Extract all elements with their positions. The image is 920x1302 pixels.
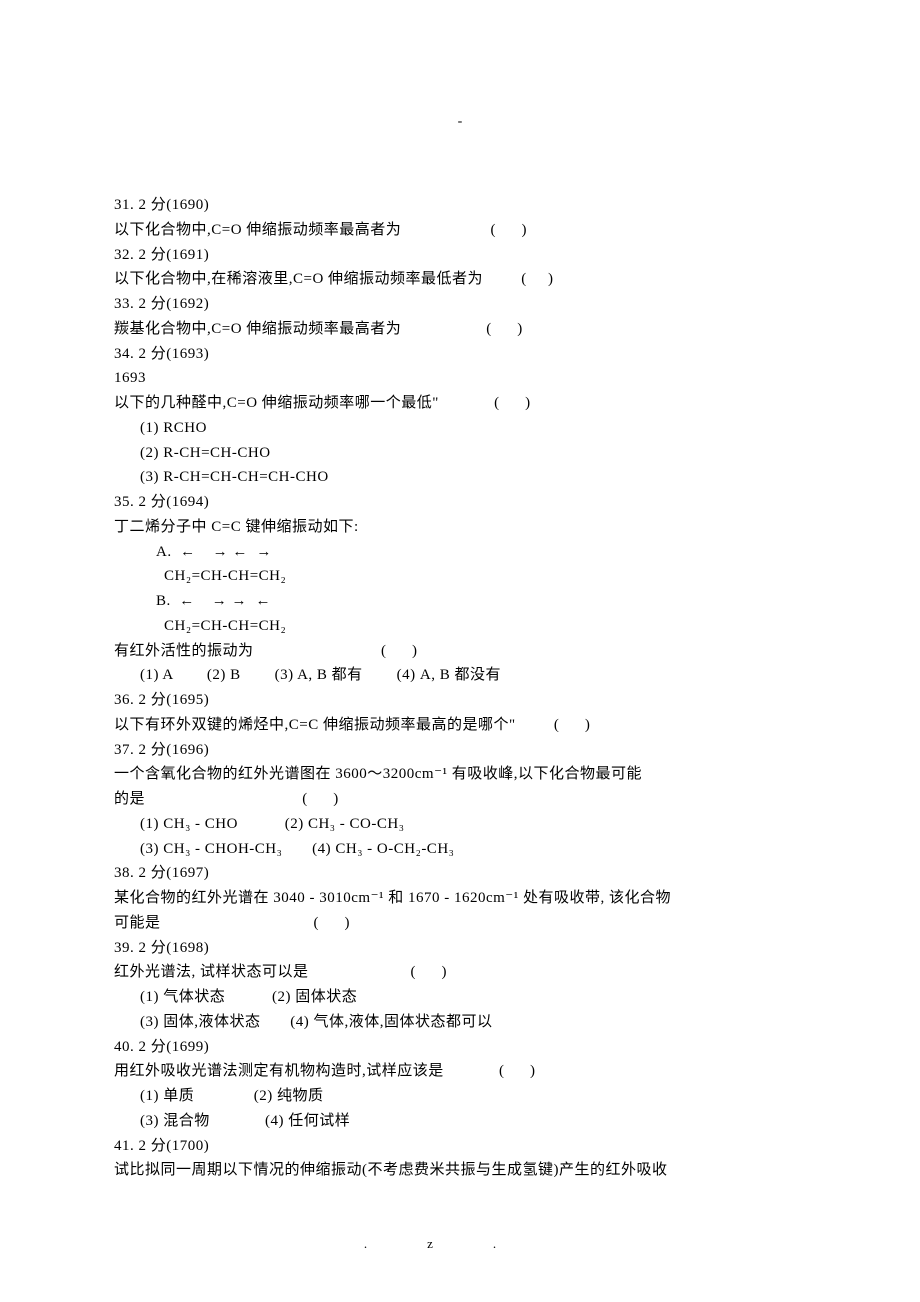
q38-line1: 某化合物的红外光谱在 3040 - 3010cm⁻¹ 和 1670 - 1620… (114, 886, 806, 911)
q38-line2: 可能是 ( ) (114, 911, 806, 936)
q35-b-formula: CH₂=CH-CH=CH₂ (114, 614, 806, 639)
q33-header: 33. 2 分(1692) (114, 292, 806, 317)
q35-header: 35. 2 分(1694) (114, 490, 806, 515)
q40-opts2: (3) 混合物 (4) 任何试样 (114, 1109, 806, 1134)
q36-header: 36. 2 分(1695) (114, 688, 806, 713)
q34-id: 1693 (114, 366, 806, 391)
q37-opts1: (1) CH₃ - CHO (2) CH₃ - CO-CH₃ (114, 812, 806, 837)
q34-header: 34. 2 分(1693) (114, 342, 806, 367)
q34-opt1: (1) RCHO (114, 416, 806, 441)
q35-intro: 丁二烯分子中 C=C 键伸缩振动如下: (114, 515, 806, 540)
q40-opts1: (1) 单质 (2) 纯物质 (114, 1084, 806, 1109)
page-footer: .z. (114, 1233, 806, 1254)
top-dash: - (114, 110, 806, 133)
q34-opt3: (3) R-CH=CH-CH=CH-CHO (114, 465, 806, 490)
q31-text: 以下化合物中,C=O 伸缩振动频率最高者为 ( ) (114, 218, 806, 243)
q41-header: 41. 2 分(1700) (114, 1134, 806, 1159)
q32-text: 以下化合物中,在稀溶液里,C=O 伸缩振动频率最低者为 ( ) (114, 267, 806, 292)
q38-header: 38. 2 分(1697) (114, 861, 806, 886)
q32-header: 32. 2 分(1691) (114, 243, 806, 268)
q41-text: 试比拟同一周期以下情况的伸缩振动(不考虑费米共振与生成氢键)产生的红外吸收 (114, 1158, 806, 1183)
q36-text: 以下有环外双键的烯烃中,C=C 伸缩振动频率最高的是哪个" ( ) (114, 713, 806, 738)
q34-opt2: (2) R-CH=CH-CHO (114, 441, 806, 466)
footer-left: . (364, 1236, 427, 1251)
q35-question: 有红外活性的振动为 ( ) (114, 639, 806, 664)
q33-text: 羰基化合物中,C=O 伸缩振动频率最高者为 ( ) (114, 317, 806, 342)
q40-header: 40. 2 分(1699) (114, 1035, 806, 1060)
q35-b-label: B. ← → → ← (114, 589, 806, 614)
q37-line2: 的是 ( ) (114, 787, 806, 812)
q39-opts2: (3) 固体,液体状态 (4) 气体,液体,固体状态都可以 (114, 1010, 806, 1035)
q35-a-label: A. ← → ← → (114, 540, 806, 565)
q31-header: 31. 2 分(1690) (114, 193, 806, 218)
q37-header: 37. 2 分(1696) (114, 738, 806, 763)
footer-right: z. (427, 1236, 556, 1251)
q35-a-formula: CH₂=CH-CH=CH₂ (114, 564, 806, 589)
q39-text: 红外光谱法, 试样状态可以是 ( ) (114, 960, 806, 985)
q37-line1: 一个含氧化合物的红外光谱图在 3600～3200cm⁻¹ 有吸收峰,以下化合物最… (114, 762, 806, 787)
q37-opts2: (3) CH₃ - CHOH-CH₃ (4) CH₃ - O-CH₂-CH₃ (114, 837, 806, 862)
q34-text: 以下的几种醛中,C=O 伸缩振动频率哪一个最低" ( ) (114, 391, 806, 416)
q35-opts: (1) A (2) B (3) A, B 都有 (4) A, B 都没有 (114, 663, 806, 688)
q39-header: 39. 2 分(1698) (114, 936, 806, 961)
q39-opts1: (1) 气体状态 (2) 固体状态 (114, 985, 806, 1010)
q40-text: 用红外吸收光谱法测定有机物构造时,试样应该是 ( ) (114, 1059, 806, 1084)
